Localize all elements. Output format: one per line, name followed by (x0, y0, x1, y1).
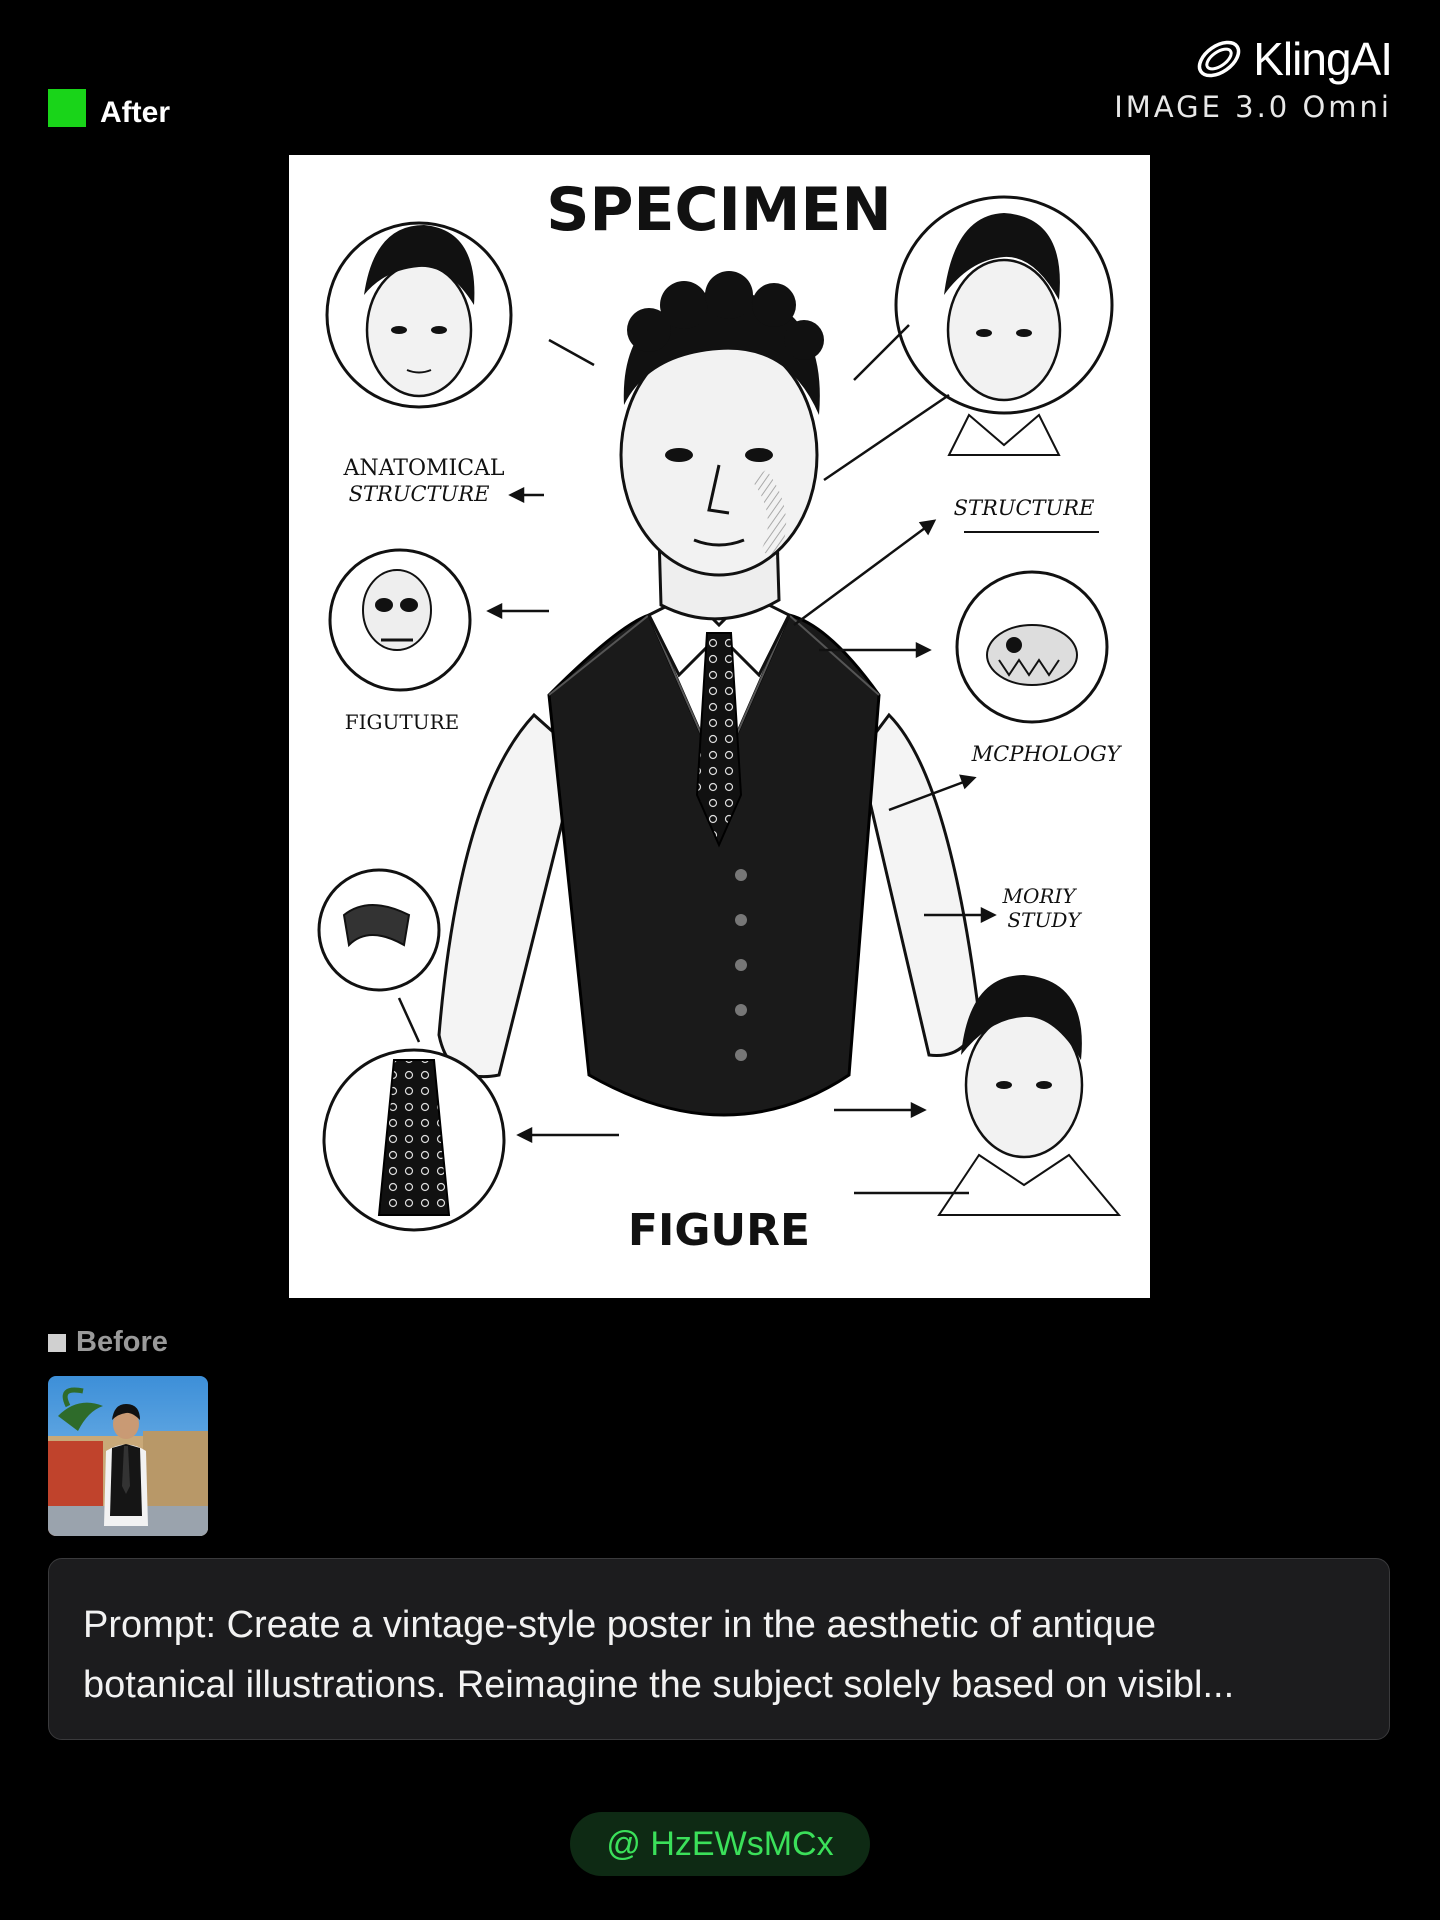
label-study-1: MORIY (1001, 884, 1077, 908)
medallion-head-right (894, 195, 1114, 456)
prompt-line-2: botanical illustrations. Reimagine the s… (83, 1664, 1235, 1706)
user-handle-badge[interactable]: @ HzEWsMCx (570, 1812, 870, 1876)
medallion-fabric (317, 868, 441, 992)
specimen-poster-illustration: SPECIMEN FIGURE ANATOMICAL STRUCTURE STR… (317, 175, 1123, 1256)
prompt-box[interactable]: Prompt: Create a vintage-style poster in… (48, 1558, 1390, 1740)
prompt-line-1: Prompt: Create a vintage-style poster in… (83, 1604, 1157, 1646)
poster-bottom-title: FIGURE (628, 1205, 810, 1256)
before-badge: Before (48, 1326, 168, 1359)
brand-block: KlingAI IMAGE 3.0 Omni (1114, 32, 1393, 124)
before-indicator (48, 1333, 66, 1352)
user-handle-text: @ HzEWsMCx (606, 1824, 834, 1863)
source-thumbnail[interactable] (48, 1376, 208, 1536)
label-morphology: MCPHOLOGY (971, 742, 1123, 766)
medallion-head-left (325, 221, 513, 409)
medallion-creature (955, 570, 1109, 724)
medallion-skull (328, 548, 472, 692)
result-image[interactable]: SPECIMEN FIGURE ANATOMICAL STRUCTURE STR… (289, 155, 1150, 1298)
brand-subtitle: IMAGE 3.0 Omni (1114, 90, 1392, 124)
after-label: After (100, 96, 171, 129)
label-figuture: FIGUTURE (345, 710, 459, 734)
label-anatomical-2: STRUCTURE (349, 482, 490, 506)
label-study-2: STUDY (1007, 908, 1082, 932)
central-figure (437, 271, 981, 1117)
after-badge: After (48, 86, 170, 130)
kling-logo-icon (1197, 40, 1241, 78)
before-label: Before (76, 1326, 168, 1358)
label-anatomical-1: ANATOMICAL (342, 456, 504, 481)
medallion-tie (322, 1048, 506, 1232)
poster-title: SPECIMEN (546, 175, 891, 245)
source-photo-image (48, 1376, 208, 1536)
label-structure: STRUCTURE (954, 496, 1095, 520)
after-indicator (48, 89, 86, 127)
brand-name: KlingAI (1253, 33, 1393, 85)
